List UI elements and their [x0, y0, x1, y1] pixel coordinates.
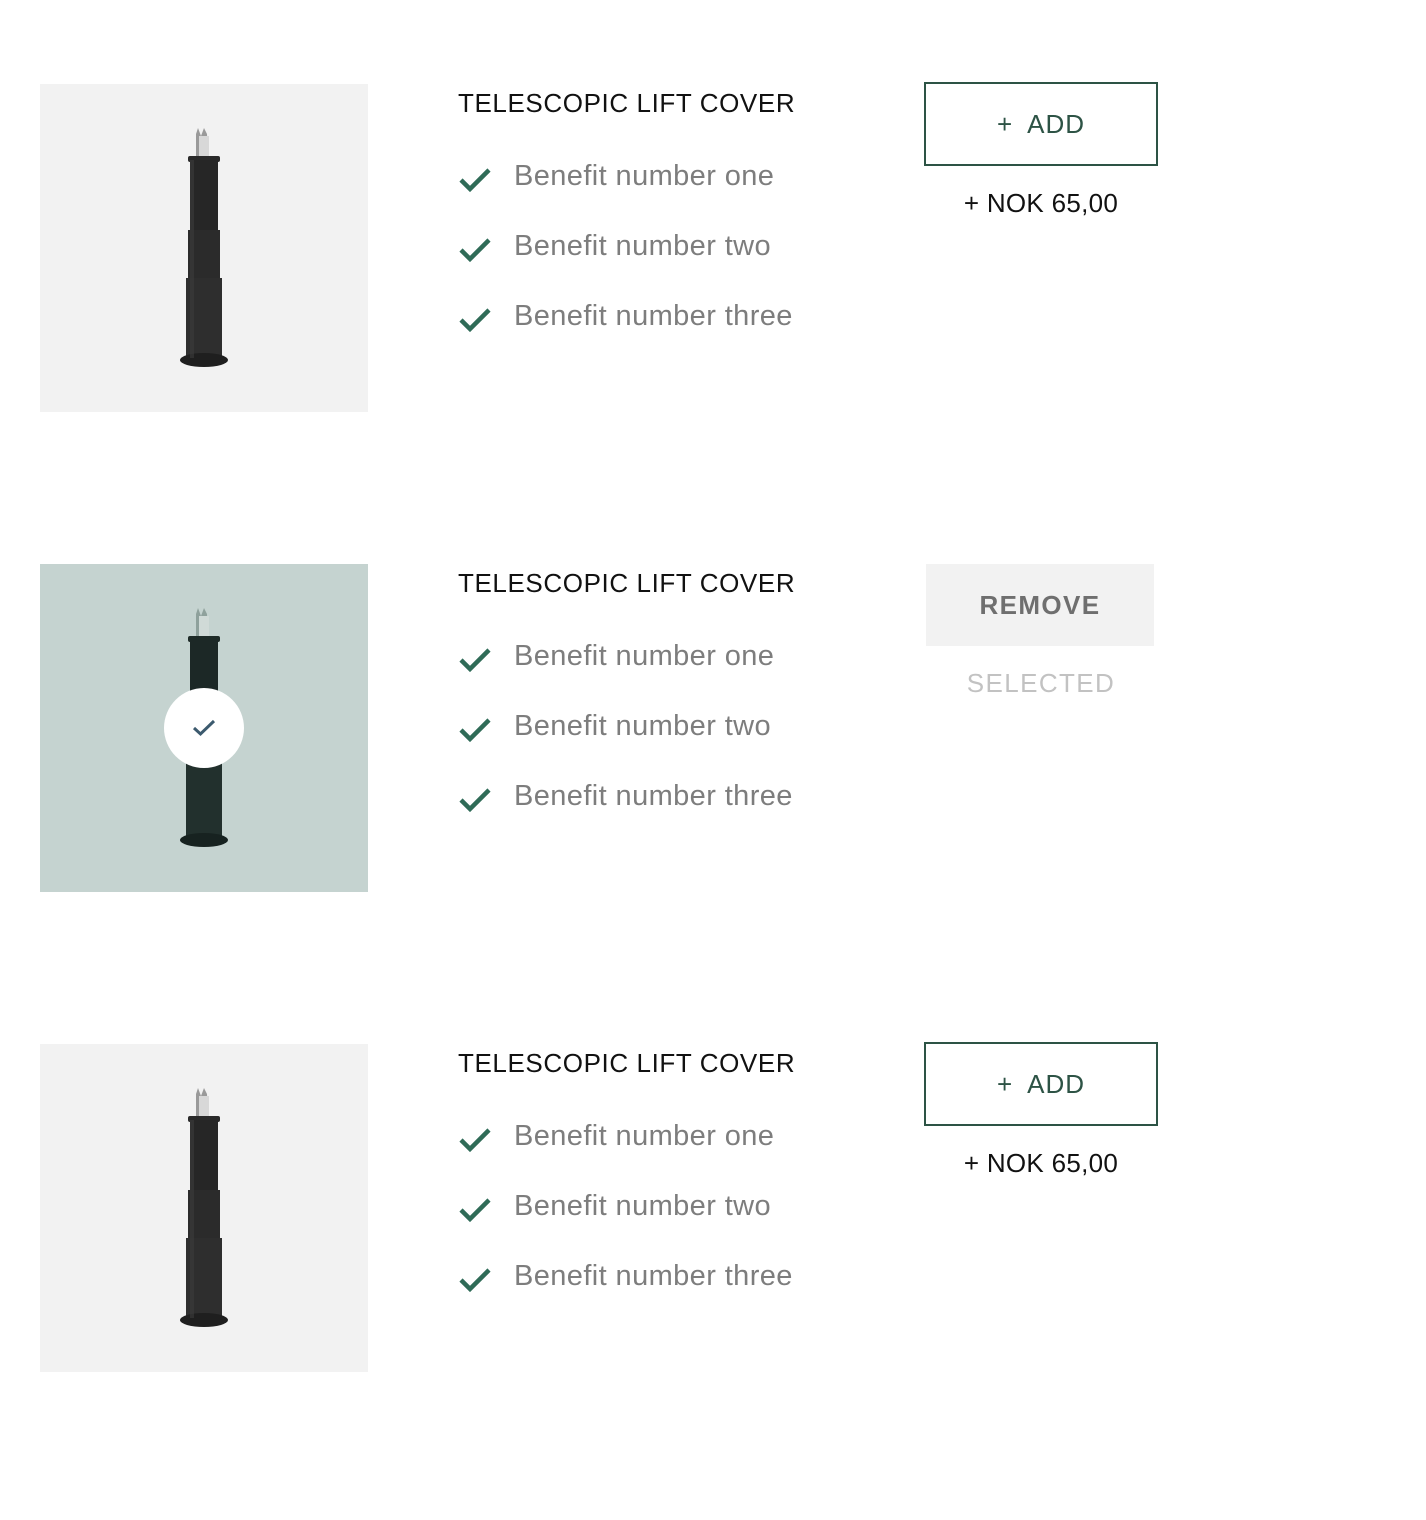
checkmark-icon [459, 238, 491, 263]
price-label: + NOK 65,00 [963, 188, 1119, 218]
product-card: TELESCOPIC LIFT COVER Benefit number one… [0, 1042, 1426, 1374]
product-thumbnail[interactable] [40, 84, 368, 412]
add-button[interactable]: + ADD [924, 1042, 1158, 1126]
product-card-selected: TELESCOPIC LIFT COVER Benefit number one… [0, 564, 1426, 894]
benefit-list: Benefit number one Benefit number two Be… [458, 1120, 793, 1330]
price-label: + NOK 65,00 [963, 1148, 1119, 1178]
checkmark-icon [459, 718, 491, 743]
product-title: TELESCOPIC LIFT COVER [458, 1048, 796, 1078]
checkmark-icon [459, 1268, 491, 1293]
checkmark-icon [459, 168, 491, 193]
benefit-item: Benefit number one [458, 1120, 793, 1190]
benefit-text: Benefit number two [514, 230, 772, 262]
benefit-text: Benefit number one [514, 640, 775, 672]
benefit-item: Benefit number three [458, 780, 793, 850]
selected-status: SELECTED [966, 668, 1116, 698]
benefit-item: Benefit number two [458, 1190, 793, 1260]
remove-button[interactable]: REMOVE [926, 564, 1154, 646]
benefit-text: Benefit number one [514, 1120, 775, 1152]
benefit-list: Benefit number one Benefit number two Be… [458, 160, 793, 370]
product-thumbnail[interactable] [40, 1044, 368, 1372]
product-title: TELESCOPIC LIFT COVER [458, 568, 796, 598]
check-circle-icon [164, 688, 244, 768]
benefit-text: Benefit number one [514, 160, 775, 192]
product-image [180, 127, 228, 367]
benefit-text: Benefit number three [514, 1260, 793, 1292]
plus-icon: + [996, 108, 1014, 139]
add-button-label: ADD [1027, 108, 1086, 139]
benefit-text: Benefit number two [514, 710, 772, 742]
product-image [180, 1087, 228, 1327]
benefit-item: Benefit number three [458, 1260, 793, 1330]
benefit-list: Benefit number one Benefit number two Be… [458, 640, 793, 850]
benefit-text: Benefit number two [514, 1190, 772, 1222]
checkmark-icon [459, 1198, 491, 1223]
benefit-item: Benefit number two [458, 230, 793, 300]
benefit-item: Benefit number one [458, 640, 793, 710]
product-title: TELESCOPIC LIFT COVER [458, 88, 796, 118]
add-button-label: ADD [1027, 1068, 1086, 1099]
checkmark-icon [459, 1128, 491, 1153]
product-card: TELESCOPIC LIFT COVER Benefit number one… [0, 82, 1426, 414]
benefit-item: Benefit number three [458, 300, 793, 370]
checkmark-icon [459, 308, 491, 333]
benefit-text: Benefit number three [514, 300, 793, 332]
benefit-item: Benefit number two [458, 710, 793, 780]
checkmark-icon [459, 648, 491, 673]
product-thumbnail[interactable] [40, 564, 368, 892]
benefit-item: Benefit number one [458, 160, 793, 230]
benefit-text: Benefit number three [514, 780, 793, 812]
add-button[interactable]: + ADD [924, 82, 1158, 166]
plus-icon: + [996, 1068, 1014, 1099]
checkmark-icon [459, 788, 491, 813]
